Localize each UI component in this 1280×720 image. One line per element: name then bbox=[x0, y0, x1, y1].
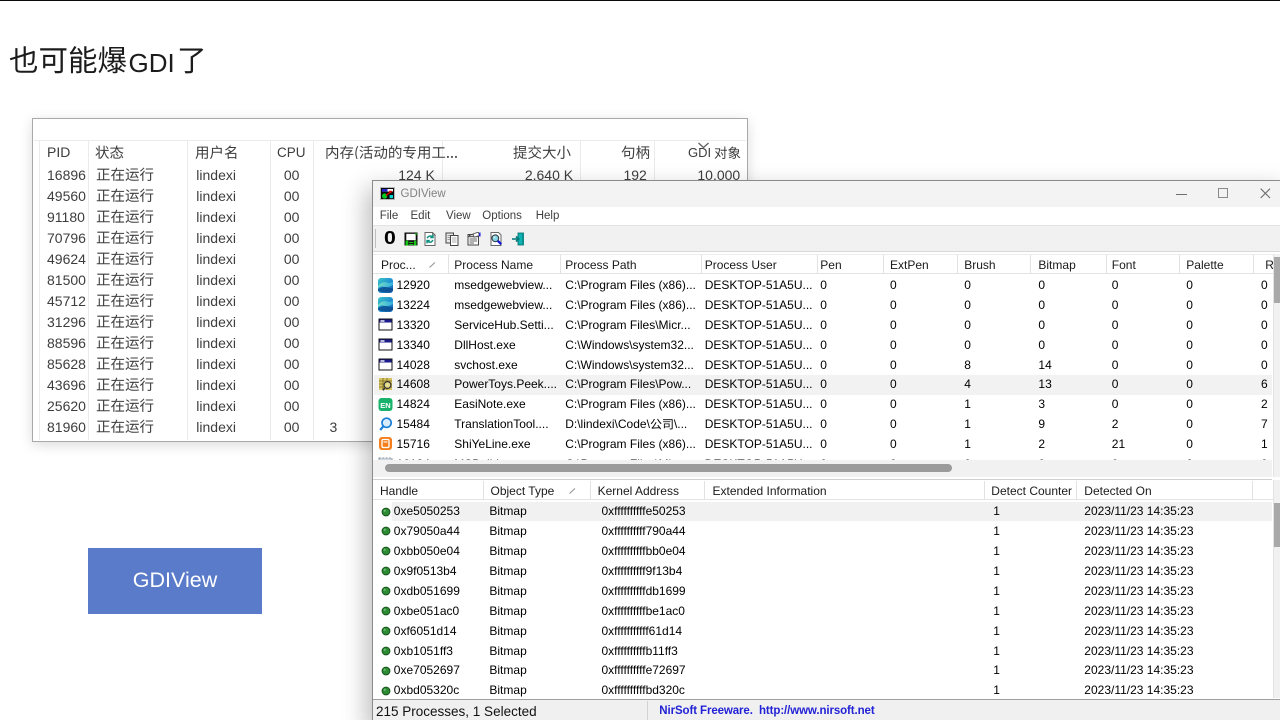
svg-text:EN: EN bbox=[380, 401, 390, 410]
